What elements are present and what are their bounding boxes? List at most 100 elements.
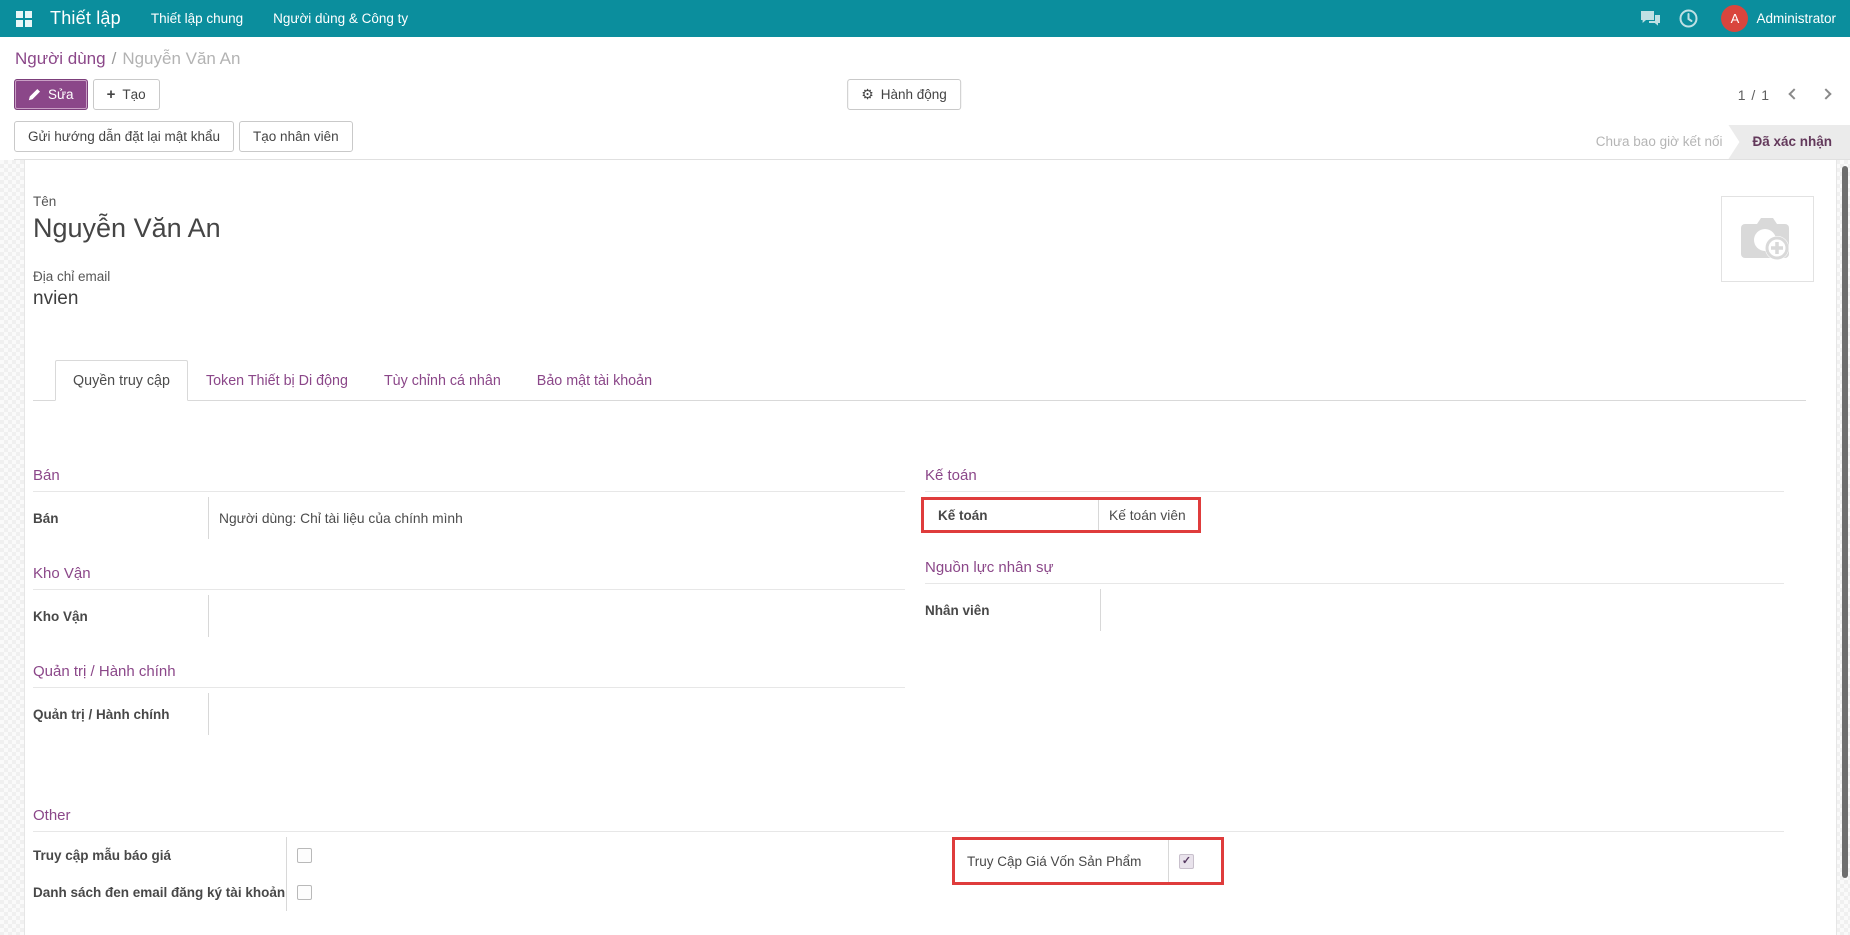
field-row-employee: Nhân viên xyxy=(925,589,1784,631)
status-confirmed[interactable]: Đã xác nhận xyxy=(1728,125,1850,159)
field-row-inventory: Kho Vận xyxy=(33,595,905,637)
checkbox-row-quotation-templates: Truy cập mẫu báo giá xyxy=(33,837,905,874)
odoo-settings-user-form: Thiết lập Thiết lập chung Người dùng & C… xyxy=(0,0,1850,935)
app-menu: Thiết lập chung Người dùng & Công ty xyxy=(121,11,408,26)
field-label: Truy cập mẫu báo giá xyxy=(33,837,286,874)
name-field-value: Nguyễn Văn An xyxy=(33,212,1806,244)
secondary-button-row: Gửi hướng dẫn đặt lại mật khẩu Tạo nhân … xyxy=(14,121,1850,160)
other-column-right: Truy Cập Giá Vốn Sản Phẩm ✓ xyxy=(925,837,1784,885)
edit-button-label: Sửa xyxy=(48,87,74,102)
action-button-label: Hành động xyxy=(881,87,947,102)
statusbar: Chưa bao giờ kết nối Đã xác nhận xyxy=(1580,125,1850,159)
field-label: Bán xyxy=(33,497,208,539)
send-password-reset-button[interactable]: Gửi hướng dẫn đặt lại mật khẩu xyxy=(14,121,234,152)
user-menu[interactable]: Administrator xyxy=(1756,11,1836,26)
field-label: Nhân viên xyxy=(925,589,1100,631)
edit-button[interactable]: Sửa xyxy=(14,79,88,110)
pager-count: 1 / 1 xyxy=(1738,87,1770,103)
field-value xyxy=(208,693,905,735)
checkbox-row-email-blacklist: Danh sách đen email đăng ký tài khoản xyxy=(33,874,905,911)
field-row-accounting-highlighted: Kế toán Kế toán viên xyxy=(921,497,1201,533)
product-cost-access-checkbox[interactable]: ✓ xyxy=(1179,854,1194,869)
group-human-resources: Nguồn lực nhân sự Nhân viên xyxy=(925,559,1784,631)
notebook-tabs: Quyền truy cập Token Thiết bị Di động Tù… xyxy=(33,360,1806,401)
activities-clock-icon[interactable] xyxy=(1669,0,1707,37)
checkbox-cell xyxy=(286,837,312,874)
field-row-administration: Quản trị / Hành chính xyxy=(33,693,905,735)
camera-plus-icon xyxy=(1737,212,1799,266)
navbar-left: Thiết lập Thiết lập chung Người dùng & C… xyxy=(12,7,408,31)
checkbox-cell xyxy=(286,874,312,911)
field-value: Người dùng: Chỉ tài liệu của chính mình xyxy=(208,497,905,539)
quotation-templates-checkbox[interactable] xyxy=(297,848,312,863)
breadcrumb-parent-link[interactable]: Người dùng xyxy=(15,49,106,68)
left-buttons: Sửa + Tạo xyxy=(14,79,160,110)
checkbox-cell: ✓ xyxy=(1168,840,1194,882)
chevron-right-icon xyxy=(1820,88,1831,99)
pager-next-button[interactable] xyxy=(1816,86,1834,104)
field-label: Danh sách đen email đăng ký tài khoản xyxy=(33,874,286,911)
group-administration: Quản trị / Hành chính Quản trị / Hành ch… xyxy=(33,663,905,735)
field-label: Truy Cập Giá Vốn Sản Phẩm xyxy=(967,840,1168,882)
menu-general-settings[interactable]: Thiết lập chung xyxy=(151,11,243,26)
group-title: Quản trị / Hành chính xyxy=(33,663,905,688)
field-value xyxy=(1100,589,1784,631)
app-name[interactable]: Thiết lập xyxy=(50,8,121,29)
create-button-label: Tạo xyxy=(122,87,145,102)
other-column-left: Truy cập mẫu báo giá Danh sách đen email… xyxy=(33,837,905,911)
form-action-buttons: Gửi hướng dẫn đặt lại mật khẩu Tạo nhân … xyxy=(14,121,353,159)
create-employee-button[interactable]: Tạo nhân viên xyxy=(239,121,353,152)
field-row-sales: Bán Người dùng: Chỉ tài liệu của chính m… xyxy=(33,497,905,539)
groups-column-left: Bán Bán Người dùng: Chỉ tài liệu của chí… xyxy=(33,467,905,761)
tab-mobile-device-token[interactable]: Token Thiết bị Di động xyxy=(188,360,366,401)
field-label: Kho Vận xyxy=(33,595,208,637)
apps-menu-button[interactable] xyxy=(12,7,36,31)
group-title: Other xyxy=(33,807,1784,832)
vertical-scrollbar-thumb[interactable] xyxy=(1842,166,1848,878)
user-image-placeholder[interactable] xyxy=(1721,196,1814,282)
messages-icon[interactable] xyxy=(1631,0,1669,37)
pager-previous-button[interactable] xyxy=(1784,86,1802,104)
chevron-left-icon xyxy=(1788,88,1799,99)
email-field-value: nvien xyxy=(33,288,1806,310)
field-value[interactable]: Kế toán viên xyxy=(1098,500,1198,530)
group-accounting: Kế toán Kế toán Kế toán viên xyxy=(925,467,1784,533)
name-field-label: Tên xyxy=(33,194,1806,209)
tab-access-rights[interactable]: Quyền truy cập xyxy=(55,360,188,401)
access-rights-tab-content: Bán Bán Người dùng: Chỉ tài liệu của chí… xyxy=(33,401,1806,911)
group-title: Kế toán xyxy=(925,467,1784,492)
breadcrumb-current: Nguyễn Văn An xyxy=(122,49,240,68)
group-inventory: Kho Vận Kho Vận xyxy=(33,565,905,637)
create-button[interactable]: + Tạo xyxy=(93,79,160,110)
control-panel: Người dùng / Nguyễn Văn An Sửa + Tạo ⚙ Hàn… xyxy=(0,37,1850,160)
form-sheet: Tên Nguyễn Văn An Địa chỉ email nvien Qu… xyxy=(24,160,1837,935)
menu-users-companies[interactable]: Người dùng & Công ty xyxy=(273,11,408,26)
group-sales: Bán Bán Người dùng: Chỉ tài liệu của chí… xyxy=(33,467,905,539)
pager: 1 / 1 xyxy=(1738,86,1834,104)
group-other: Other Truy cập mẫu báo giá Danh sách đen… xyxy=(33,807,1784,911)
plus-icon: + xyxy=(107,86,116,103)
form-view: Tên Nguyễn Văn An Địa chỉ email nvien Qu… xyxy=(0,160,1850,935)
checkbox-row-product-cost-access-highlighted: Truy Cập Giá Vốn Sản Phẩm ✓ xyxy=(952,837,1224,885)
email-field: Địa chỉ email nvien xyxy=(33,269,1806,310)
pencil-icon xyxy=(28,88,41,101)
gear-icon: ⚙ xyxy=(861,86,874,103)
tab-preferences[interactable]: Tùy chỉnh cá nhân xyxy=(366,360,519,401)
tab-account-security[interactable]: Bảo mật tài khoản xyxy=(519,360,670,401)
top-navbar: Thiết lập Thiết lập chung Người dùng & C… xyxy=(0,0,1850,37)
group-title: Kho Vận xyxy=(33,565,905,590)
field-label: Kế toán xyxy=(938,500,1098,530)
breadcrumb: Người dùng / Nguyễn Văn An xyxy=(15,49,1850,69)
breadcrumb-separator: / xyxy=(112,49,117,68)
email-blacklist-checkbox[interactable] xyxy=(297,885,312,900)
action-button[interactable]: ⚙ Hành động xyxy=(847,79,961,110)
group-title: Bán xyxy=(33,467,905,492)
name-field: Tên Nguyễn Văn An xyxy=(33,194,1806,244)
apps-grid-icon xyxy=(16,11,32,27)
status-never-connected[interactable]: Chưa bao giờ kết nối xyxy=(1580,125,1729,159)
user-avatar[interactable]: A xyxy=(1721,5,1748,32)
field-label: Quản trị / Hành chính xyxy=(33,693,208,735)
group-title: Nguồn lực nhân sự xyxy=(925,559,1784,584)
field-value xyxy=(208,595,905,637)
email-field-label: Địa chỉ email xyxy=(33,269,1806,284)
